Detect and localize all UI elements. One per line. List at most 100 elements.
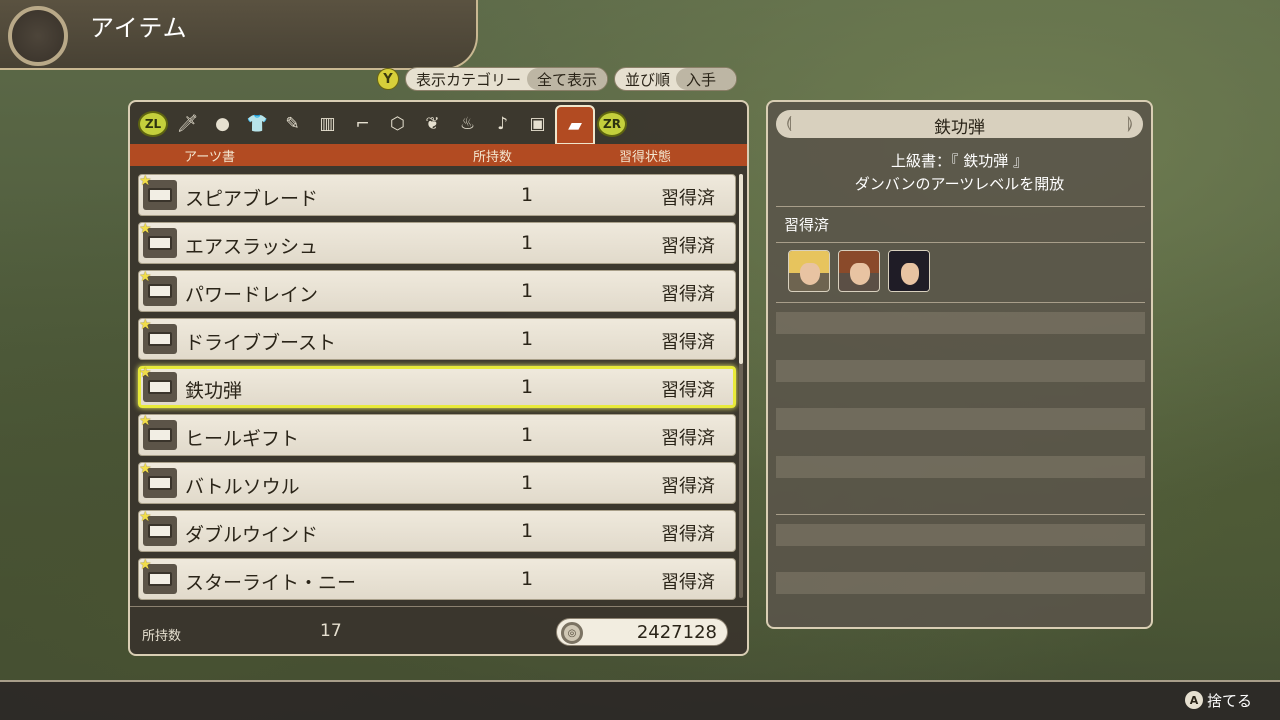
sword-icon[interactable]: 🗡 xyxy=(170,106,205,142)
detail-description-line1: 上級書：『 鉄功弾 』 xyxy=(890,152,1029,170)
shirt-icon[interactable]: 👕 xyxy=(240,106,275,142)
item-name: 鉄功弾 xyxy=(185,380,243,402)
item-status: 習得済 xyxy=(661,572,715,593)
list-item[interactable]: ★ パワードレイン 1 習得済 xyxy=(138,269,736,312)
category-label: 表示カテゴリー xyxy=(416,70,522,89)
item-name: ドライブブースト xyxy=(185,332,337,354)
category-tabs: ZL 🗡 ● 👕 ✎ ▥ ⌐ ⬡ ❦ ♨ ♪ ▣ ▰ ZR xyxy=(136,104,629,145)
list-item[interactable]: ★ バトルソウル 1 習得済 xyxy=(138,461,736,504)
empty-slot xyxy=(776,456,1145,478)
list-footer: 所持数 17 ◎ 2427128 xyxy=(130,606,747,654)
item-detail-panel: ⟬ 鉄功弾 ⟭ 上級書：『 鉄功弾 』 ダンバンのアーツレベルを開放 習得済 xyxy=(766,100,1153,629)
legs-icon[interactable]: ▥ xyxy=(310,106,345,142)
item-count: 1 xyxy=(521,328,534,350)
list-item[interactable]: ★ ダブルウインド 1 習得済 xyxy=(138,509,736,552)
empty-slot xyxy=(776,572,1145,594)
item-count: 1 xyxy=(521,568,534,590)
money-display: ◎ 2427128 xyxy=(556,618,728,646)
boot-icon[interactable]: ⌐ xyxy=(345,106,380,142)
ingredient-icon[interactable]: ♨ xyxy=(450,106,485,142)
discard-action[interactable]: 捨てる xyxy=(1207,690,1252,711)
bottom-command-bar: A 捨てる xyxy=(0,680,1280,720)
item-count: 1 xyxy=(521,280,534,302)
item-count: 1 xyxy=(521,424,534,446)
gold-coin-icon: ◎ xyxy=(561,622,583,644)
detail-description-line2: ダンバンのアーツレベルを開放 xyxy=(854,175,1065,193)
gem-icon[interactable]: ⬡ xyxy=(380,106,415,142)
arm-icon[interactable]: ✎ xyxy=(275,106,310,142)
star-icon: ★ xyxy=(139,365,152,381)
owned-label: 所持数 xyxy=(142,629,182,644)
star-icon: ★ xyxy=(139,461,152,477)
empty-slot xyxy=(776,408,1145,430)
item-status: 習得済 xyxy=(661,332,715,353)
scrollbar-thumb[interactable] xyxy=(739,174,743,364)
list-item[interactable]: ★ スターライト・ニー 1 習得済 xyxy=(138,557,736,600)
money-value: 2427128 xyxy=(636,622,717,643)
crystal-icon[interactable]: ❦ xyxy=(415,106,450,142)
star-icon: ★ xyxy=(139,557,152,573)
item-name: エアスラッシュ xyxy=(185,236,319,258)
star-icon: ★ xyxy=(139,317,152,333)
empty-slot xyxy=(776,312,1145,334)
divider xyxy=(776,242,1145,243)
character-portraits xyxy=(788,250,930,292)
sort-order[interactable]: 並び順 入手 xyxy=(614,67,738,91)
zr-shoulder-icon[interactable]: ZR xyxy=(597,111,627,137)
note-icon[interactable]: ♪ xyxy=(485,106,520,142)
item-name: パワードレイン xyxy=(185,284,319,306)
detail-title-bar: ⟬ 鉄功弾 ⟭ xyxy=(776,110,1143,138)
sort-value: 入手 xyxy=(676,68,737,90)
list-item-selected[interactable]: ★ 鉄功弾 1 習得済 xyxy=(138,365,736,408)
treasure-icon[interactable]: ▣ xyxy=(520,106,555,142)
list-item[interactable]: ★ スピアブレード 1 習得済 xyxy=(138,173,736,216)
divider xyxy=(776,302,1145,303)
head-icon[interactable]: ● xyxy=(205,106,240,142)
item-status: 習得済 xyxy=(661,188,715,209)
item-status: 習得済 xyxy=(661,236,715,257)
star-icon: ★ xyxy=(139,509,152,525)
item-count: 1 xyxy=(521,520,534,542)
divider xyxy=(776,514,1145,515)
list-scrollbar[interactable] xyxy=(739,174,743,598)
empty-slot xyxy=(776,524,1145,546)
item-list-panel: ZL 🗡 ● 👕 ✎ ▥ ⌐ ⬡ ❦ ♨ ♪ ▣ ▰ ZR アーツ書 所持数 習… xyxy=(128,100,749,656)
item-count: 1 xyxy=(521,376,534,398)
right-ornament-icon: ⟭ xyxy=(1127,113,1133,132)
sort-label: 並び順 xyxy=(625,70,671,89)
menu-ring-icon xyxy=(8,6,68,66)
item-status: 習得済 xyxy=(661,476,715,497)
book-icon[interactable]: ▰ xyxy=(555,105,595,145)
item-status: 習得済 xyxy=(661,380,715,401)
list-item[interactable]: ★ エアスラッシュ 1 習得済 xyxy=(138,221,736,264)
title-bar: アイテム xyxy=(0,0,478,70)
category-filter[interactable]: 表示カテゴリー 全て表示 xyxy=(405,67,609,91)
list-item[interactable]: ★ ヒールギフト 1 習得済 xyxy=(138,413,736,456)
brown-haired-character-portrait-icon xyxy=(838,250,880,292)
blonde-character-portrait-icon xyxy=(788,250,830,292)
owned-count: 17 xyxy=(320,621,342,641)
category-value: 全て表示 xyxy=(527,68,608,90)
y-button-icon[interactable]: Y xyxy=(377,68,399,90)
item-status: 習得済 xyxy=(661,284,715,305)
zl-shoulder-icon[interactable]: ZL xyxy=(138,111,168,137)
empty-slot xyxy=(776,360,1145,382)
header-status: 習得状態 xyxy=(619,150,672,165)
item-name: ヒールギフト xyxy=(185,428,300,450)
item-count: 1 xyxy=(521,232,534,254)
a-button-icon[interactable]: A xyxy=(1185,691,1203,709)
header-name: アーツ書 xyxy=(184,150,235,165)
filter-bar: Y 表示カテゴリー 全て表示 並び順 入手 xyxy=(377,67,738,91)
star-icon: ★ xyxy=(139,269,152,285)
star-icon: ★ xyxy=(139,221,152,237)
item-name: スターライト・ニー xyxy=(185,572,357,594)
item-name: スピアブレード xyxy=(185,188,319,210)
item-list: ★ スピアブレード 1 習得済 ★ エアスラッシュ 1 習得済 ★ パワードレイ… xyxy=(138,173,736,606)
list-item[interactable]: ★ ドライブブースト 1 習得済 xyxy=(138,317,736,360)
item-count: 1 xyxy=(521,472,534,494)
divider xyxy=(776,206,1145,207)
item-status: 習得済 xyxy=(661,524,715,545)
star-icon: ★ xyxy=(139,173,152,189)
item-count: 1 xyxy=(521,184,534,206)
item-name: ダブルウインド xyxy=(185,524,319,546)
